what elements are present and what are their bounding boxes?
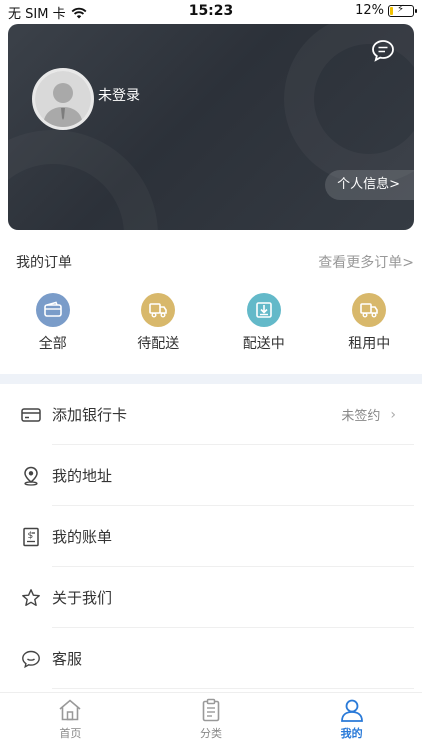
personal-info-button[interactable]: 个人信息> (325, 170, 414, 200)
view-more-orders-link[interactable]: 查看更多订单> (318, 252, 414, 272)
menu-list: 添加银行卡 未签约 › 我的地址 $ 我的账单 关于我们 客服 (0, 384, 422, 689)
order-status-row: 全部 待配送 配送中 租用中 (0, 293, 422, 353)
order-all-button[interactable]: 全部 (0, 293, 106, 353)
menu-label: 客服 (52, 650, 83, 668)
star-icon (20, 587, 42, 609)
menu-status: 未签约 › (341, 405, 396, 425)
location-pin-icon (20, 465, 42, 487)
tab-label: 首页 (59, 727, 82, 740)
charging-bolt-icon: ⚡ (397, 3, 405, 15)
status-right: 12% ⚡ (355, 3, 417, 18)
menu-item-my-address[interactable]: 我的地址 (0, 445, 422, 506)
order-renting-button[interactable]: 租用中 (317, 293, 422, 353)
message-icon[interactable] (370, 38, 396, 64)
chat-bubble-icon (20, 648, 42, 670)
download-box-icon (246, 293, 281, 327)
bank-card-status: 未签约 (341, 409, 381, 424)
clipboard-icon (202, 698, 220, 722)
orders-header: 我的订单 查看更多订单> (16, 252, 414, 272)
order-pending-delivery-button[interactable]: 待配送 (106, 293, 212, 353)
menu-item-my-bills[interactable]: $ 我的账单 (0, 506, 422, 567)
profile-card: 未登录 个人信息> (8, 24, 414, 230)
battery-percent: 12% (355, 3, 384, 18)
avatar[interactable] (32, 68, 94, 130)
truck-icon (352, 293, 387, 327)
menu-item-about-us[interactable]: 关于我们 (0, 567, 422, 628)
menu-item-customer-service[interactable]: 客服 (0, 628, 422, 689)
menu-label: 我的地址 (52, 467, 113, 485)
menu-item-add-bank-card[interactable]: 添加银行卡 未签约 › (0, 384, 422, 445)
wallet-icon (35, 293, 70, 327)
order-label: 租用中 (348, 336, 391, 352)
truck-icon (141, 293, 176, 327)
order-in-delivery-button[interactable]: 配送中 (211, 293, 317, 353)
tab-home[interactable]: 首页 (0, 693, 141, 750)
orders-title: 我的订单 (16, 255, 72, 271)
menu-label: 添加银行卡 (52, 406, 128, 424)
order-label: 配送中 (242, 336, 285, 352)
battery-icon: ⚡ (388, 3, 417, 17)
card-decoration-ring (8, 130, 158, 230)
tab-category[interactable]: 分类 (141, 693, 282, 750)
chevron-right-icon: › (390, 406, 396, 423)
row-divider (52, 688, 414, 689)
home-icon (59, 699, 81, 721)
credit-card-icon (20, 404, 42, 426)
tab-label: 我的 (340, 727, 363, 740)
bill-icon: $ (20, 526, 42, 548)
status-bar: 无 SIM 卡 15:23 12% ⚡ (0, 0, 422, 22)
order-label: 待配送 (137, 336, 180, 352)
default-avatar-icon (35, 71, 91, 127)
tab-mine[interactable]: 我的 (281, 693, 422, 750)
menu-label: 关于我们 (52, 589, 113, 607)
user-icon (340, 699, 363, 722)
section-divider (0, 374, 422, 384)
tab-label: 分类 (200, 727, 222, 740)
username[interactable]: 未登录 (98, 85, 140, 105)
menu-label: 我的账单 (52, 528, 113, 546)
bottom-tab-bar: 首页 分类 我的 (0, 692, 422, 750)
battery-fill (390, 6, 393, 15)
order-label: 全部 (38, 336, 67, 352)
